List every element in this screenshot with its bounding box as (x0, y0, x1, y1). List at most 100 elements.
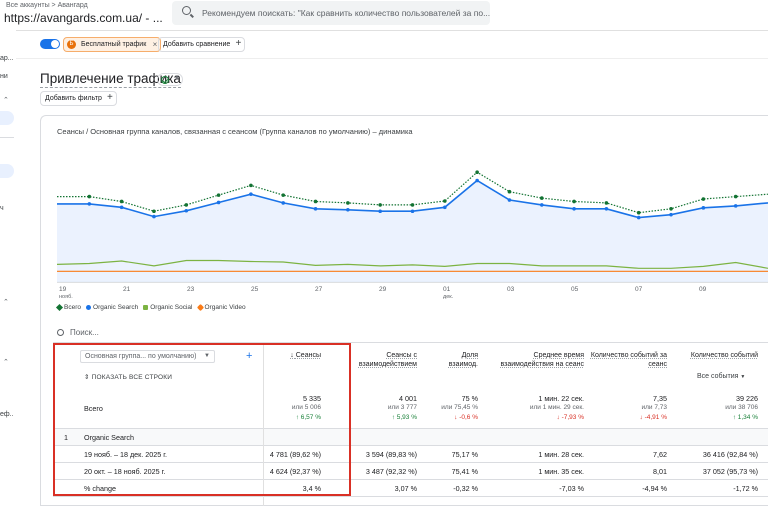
row-value: 37 052 (95,73 %) (702, 467, 758, 476)
add-comparison-button[interactable]: Добавить сравнение + (158, 37, 246, 52)
x-tick-label: 03 (507, 286, 515, 293)
breadcrumb[interactable]: Все аккаунты > Авангард (6, 2, 88, 9)
x-tick-label: 23 (187, 286, 195, 293)
property-selector[interactable]: https://avangards.com.ua/ - ... (4, 11, 163, 25)
legend-swatch-icon (196, 303, 204, 311)
x-tick-label: 01 (443, 286, 451, 293)
column-header-engagement-rate[interactable]: Доля взаимод. (436, 352, 478, 370)
total-compare-value: или 38 706 (725, 404, 758, 411)
row-value: -7,03 % (559, 484, 584, 493)
data-point (410, 209, 415, 214)
data-point (701, 197, 706, 201)
data-point (216, 193, 221, 197)
data-point (539, 196, 544, 200)
data-point (152, 214, 156, 219)
data-point (119, 199, 124, 204)
row-value: 1 мин. 35 сек. (538, 467, 584, 476)
divider (16, 58, 768, 59)
row-value: 3 594 (89,83 %) (365, 450, 417, 459)
row-value: -1,72 % (733, 484, 758, 493)
row-value: -4,94 % (642, 484, 667, 493)
data-point (378, 203, 382, 207)
chevron-up-icon[interactable]: ⌃ (3, 96, 9, 104)
legend-item[interactable]: Всего (55, 303, 82, 311)
plus-icon: + (235, 38, 242, 49)
row-value: 3 487 (92,32 %) (365, 467, 417, 476)
data-point (216, 200, 221, 205)
organic-search-area (57, 180, 768, 282)
data-point (313, 207, 318, 211)
data-point (636, 215, 641, 220)
data-point (249, 192, 253, 196)
chart-title: Сеансы / Основная группа каналов, связан… (57, 127, 413, 136)
x-tick-label: 07 (635, 286, 643, 293)
row-value: 7,62 (653, 450, 667, 459)
x-tick-label: 19 (59, 286, 67, 293)
data-point (572, 207, 576, 211)
global-search[interactable]: Рекомендуем поискать: "Как сравнить коли… (172, 1, 490, 25)
chevron-up-icon[interactable]: ⌃ (3, 298, 9, 306)
data-point (346, 207, 350, 212)
total-change-value: ↓ -0,6 % (454, 414, 478, 421)
rail-item-label[interactable]: ч (0, 205, 4, 212)
data-point (87, 194, 92, 199)
data-point (507, 198, 512, 202)
x-tick-sublabel: дек. (443, 294, 454, 300)
x-tick-label: 27 (315, 286, 323, 293)
column-header-events-per-session[interactable]: Количество событий за сеанс (587, 352, 667, 370)
row-value: 75,41 % (451, 467, 478, 476)
total-change-value: ↑ 1,34 % (732, 414, 758, 421)
row-value: -0,32 % (453, 484, 478, 493)
legend-item[interactable]: Organic Video (196, 303, 246, 311)
column-header-event-count[interactable]: Количество событий (688, 352, 758, 361)
data-point (184, 208, 189, 213)
column-header-engaged-sessions[interactable]: Сеансы с взаимодействием (347, 352, 417, 370)
segment-chip-label: Бесплатный трафик (81, 41, 147, 48)
rail-item-label[interactable]: еф.. (0, 411, 14, 418)
segment-chip[interactable]: Б Бесплатный трафик × (63, 37, 162, 52)
check-circle-icon (161, 76, 169, 84)
data-point (572, 199, 576, 204)
data-point (539, 203, 544, 207)
legend-label: Всего (64, 304, 82, 311)
close-icon[interactable]: × (153, 38, 158, 51)
search-input[interactable]: Рекомендуем поискать: "Как сравнить коли… (202, 8, 490, 18)
data-point (313, 199, 318, 204)
plus-icon: + (107, 92, 113, 103)
data-point (378, 209, 382, 214)
data-point (669, 207, 673, 211)
event-filter-select[interactable]: Все события ▼ (697, 373, 745, 382)
legend-label: Organic Search (93, 304, 139, 311)
search-icon (182, 6, 191, 15)
report-status-chip[interactable]: ▼ (157, 73, 183, 86)
data-point (475, 170, 479, 174)
legend-item[interactable]: Organic Search (86, 304, 138, 311)
left-nav-rail: ар... ни ⌃ ч ⌃ ⌃ еф.. (0, 0, 16, 506)
rail-item-label[interactable]: ар... (0, 55, 14, 62)
total-value: 1 мин. 22 сек. (538, 394, 584, 403)
data-point (184, 203, 189, 207)
total-value: 39 226 (736, 394, 758, 403)
column-header-avg-engagement-time[interactable]: Среднее время взаимодействия на сеанс (492, 352, 584, 370)
legend-swatch-icon (143, 304, 149, 310)
header-divider (16, 30, 768, 31)
rail-active-item[interactable] (0, 164, 14, 178)
row-value: 1 мин. 28 сек. (538, 450, 584, 459)
data-point (281, 201, 286, 205)
rail-item-label[interactable]: ни (0, 73, 8, 80)
data-point (249, 183, 253, 188)
legend-item[interactable]: Organic Social (143, 304, 193, 311)
total-compare-value: или 75,45 % (441, 404, 478, 411)
row-value: 36 416 (92,84 %) (702, 450, 758, 459)
add-filter-button[interactable]: Добавить фильтр + (40, 91, 117, 106)
chart-legend: Всего Organic Search Organic Social Organic… (55, 303, 251, 311)
table-search-input[interactable]: Поиск... (70, 328, 99, 337)
total-change-value: ↓ -7,93 % (556, 414, 584, 421)
rail-active-item[interactable] (0, 111, 14, 125)
comparison-toggle[interactable] (40, 39, 60, 49)
data-point (733, 204, 738, 208)
total-compare-value: или 3 777 (387, 404, 417, 411)
chevron-up-icon[interactable]: ⌃ (3, 358, 9, 366)
chevron-down-icon: ▼ (174, 75, 180, 81)
data-point (119, 205, 124, 210)
